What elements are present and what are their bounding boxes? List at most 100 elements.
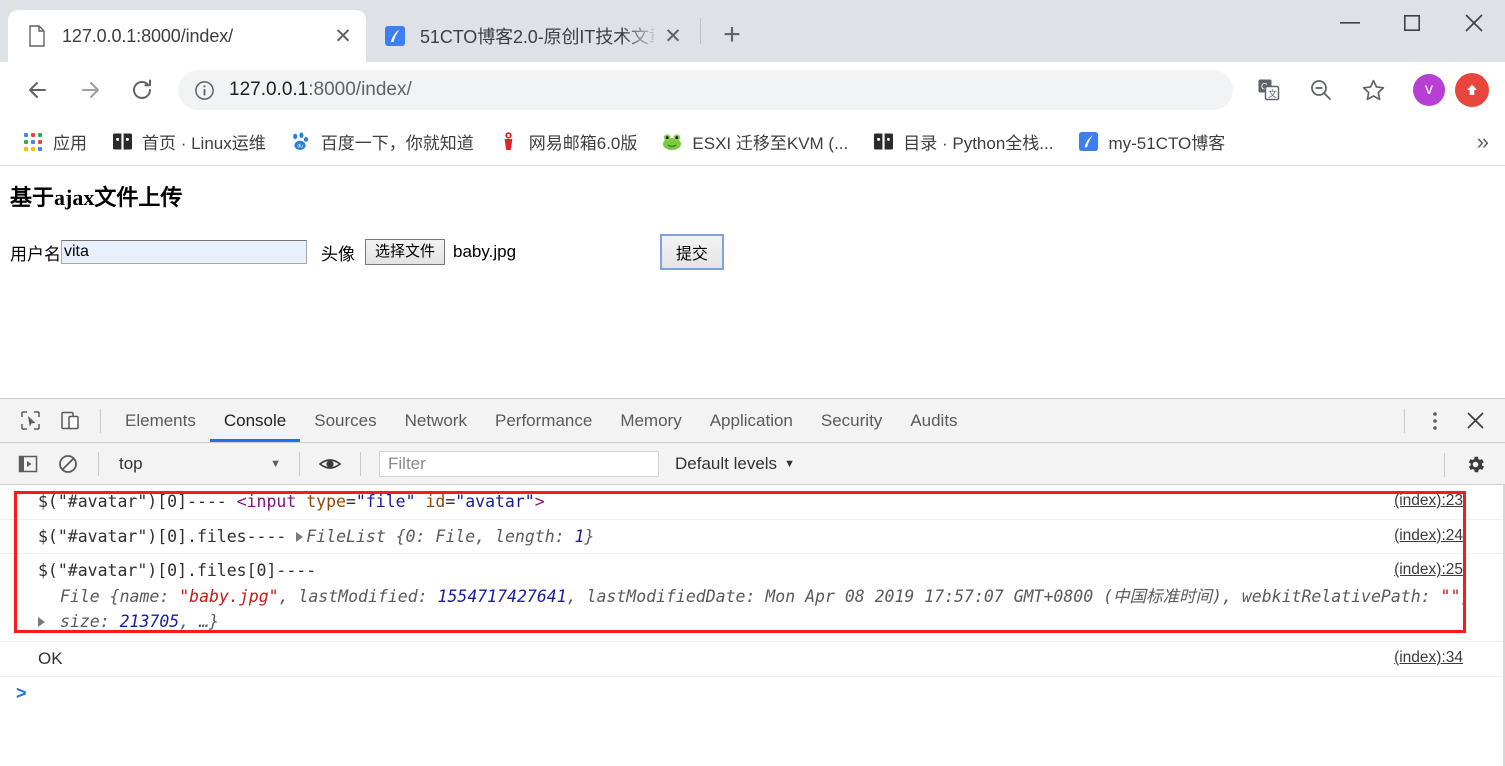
submit-button[interactable]: 提交 — [660, 234, 725, 270]
console-message[interactable]: $("#avatar")[0].files---- FileList {0: F… — [0, 520, 1505, 555]
bookmark-my-51cto[interactable]: my-51CTO博客 — [1069, 124, 1233, 160]
tabstrip: 127.0.0.1:8000/index/ ✕ 51CTO博客2.0-原创IT技… — [0, 0, 755, 62]
selected-file-name: baby.jpg — [453, 242, 517, 261]
site-info-icon[interactable] — [194, 80, 215, 101]
browser-tab-active[interactable]: 127.0.0.1:8000/index/ ✕ — [8, 10, 366, 62]
console-levels-dropdown[interactable]: Default levels ▼ — [675, 454, 795, 474]
browser-tab-51cto[interactable]: 51CTO博客2.0-原创IT技术文章分 ✕ — [366, 10, 696, 62]
clear-console-icon[interactable] — [51, 447, 85, 481]
bookmark-label: ESXI 迁移至KVM (... — [692, 134, 849, 153]
zoom-out-icon[interactable] — [1301, 70, 1341, 110]
upload-form: 用户名 头像 选择文件 baby.jpg 提交 — [10, 234, 1505, 270]
bookmark-linux-home[interactable]: 首页 · Linux运维 — [103, 124, 274, 160]
tab-performance[interactable]: Performance — [481, 399, 606, 442]
update-arrow-icon[interactable] — [1455, 73, 1489, 107]
console-source-link[interactable]: (index):25 — [1394, 558, 1463, 582]
username-label: 用户名 — [10, 244, 61, 264]
51cto-icon — [384, 25, 406, 47]
expand-triangle-icon[interactable] — [38, 616, 45, 627]
console-toolbar: top ▼ Filter Default levels ▼ — [0, 443, 1505, 485]
tab-divider — [700, 18, 701, 44]
bookmark-baidu[interactable]: du 百度一下，你就知道 — [282, 124, 482, 160]
console-message-object-cont: size: 213705, …} — [60, 612, 219, 632]
netease-icon — [498, 131, 520, 153]
device-toolbar-icon[interactable] — [53, 404, 87, 438]
choose-file-button[interactable]: 选择文件 — [365, 239, 446, 265]
console-source-link[interactable]: (index):34 — [1394, 646, 1463, 670]
console-log-area[interactable]: $("#avatar")[0]---- <input type="file" i… — [0, 485, 1505, 766]
tab-sources[interactable]: Sources — [300, 399, 390, 442]
tab-audits[interactable]: Audits — [896, 399, 971, 442]
devtools-tabbar-actions — [1394, 399, 1505, 442]
book-icon — [111, 131, 133, 153]
console-source-link[interactable]: (index):24 — [1394, 524, 1463, 548]
page-content: 基于ajax文件上传 用户名 头像 选择文件 baby.jpg 提交 — [0, 166, 1505, 398]
51cto-icon — [1077, 131, 1099, 153]
expand-triangle-icon[interactable] — [296, 532, 304, 543]
close-icon[interactable] — [1458, 404, 1492, 438]
kebab-menu-icon[interactable] — [1418, 404, 1452, 438]
tab-console[interactable]: Console — [210, 399, 300, 442]
frog-icon — [661, 131, 683, 153]
bookmark-esxi-kvm[interactable]: ESXI 迁移至KVM (... — [653, 124, 856, 160]
live-expression-eye-icon[interactable] — [313, 447, 347, 481]
tab-close-button[interactable]: ✕ — [660, 23, 686, 49]
tab-security[interactable]: Security — [807, 399, 896, 442]
forward-button[interactable] — [70, 70, 110, 110]
browser-toolbar: 127.0.0.1:8000/index/ G 文 v — [0, 62, 1505, 118]
username-input[interactable] — [61, 240, 307, 264]
bookmarks-bar: 应用 首页 · Linux运维 du 百度一下，你就知道 网易邮箱6.0版 ES… — [0, 118, 1505, 166]
bookmark-label: 网易邮箱6.0版 — [528, 134, 638, 153]
tab-title: 127.0.0.1:8000/index/ — [62, 25, 234, 46]
console-filter-input[interactable]: Filter — [379, 450, 659, 477]
reload-button[interactable] — [122, 70, 162, 110]
console-source-link[interactable]: (index):23 — [1394, 489, 1463, 513]
console-toolbar-actions — [1434, 443, 1505, 486]
toolbar-actions: G 文 v — [1243, 70, 1495, 110]
tab-elements[interactable]: Elements — [111, 399, 210, 442]
console-message-text: $("#avatar")[0].files---- FileList {0: F… — [38, 526, 595, 546]
console-message-line: $("#avatar")[0].files[0]---- — [38, 561, 317, 581]
window-maximize-button[interactable] — [1381, 0, 1443, 46]
bookmark-apps[interactable]: 应用 — [14, 124, 95, 160]
console-levels-label: Default levels — [675, 453, 778, 473]
chevron-down-icon: ▼ — [270, 457, 281, 470]
page-icon — [26, 25, 48, 47]
window-minimize-button[interactable] — [1319, 0, 1381, 46]
tab-network[interactable]: Network — [391, 399, 481, 442]
tab-title: 51CTO博客2.0-原创IT技术文章分 — [420, 27, 654, 47]
gear-icon[interactable] — [1458, 448, 1492, 482]
window-close-button[interactable] — [1443, 0, 1505, 46]
back-button[interactable] — [18, 70, 58, 110]
bookmark-netease-mail[interactable]: 网易邮箱6.0版 — [490, 124, 646, 160]
console-prompt[interactable]: > — [0, 677, 1505, 704]
bookmark-label: 应用 — [53, 134, 87, 153]
tab-application[interactable]: Application — [696, 399, 807, 442]
profile-avatar[interactable]: v — [1413, 74, 1445, 106]
console-context-selector[interactable]: top ▼ — [109, 450, 289, 478]
toolbar-divider — [1404, 408, 1405, 433]
page-title: 基于ajax文件上传 — [10, 185, 183, 210]
tab-close-button[interactable]: ✕ — [330, 23, 356, 49]
star-icon[interactable] — [1353, 70, 1393, 110]
apps-grid-icon — [22, 131, 44, 153]
console-sidebar-icon[interactable] — [11, 447, 45, 481]
avatar-label: 头像 — [321, 244, 355, 264]
bookmark-label: 百度一下，你就知道 — [320, 134, 474, 153]
baidu-paw-icon: du — [290, 131, 312, 153]
bookmark-label: 首页 · Linux运维 — [142, 134, 266, 153]
bookmarks-overflow-button[interactable]: » — [1477, 130, 1489, 153]
bookmark-label: 目录 · Python全栈... — [903, 134, 1054, 153]
chevron-down-icon: ▼ — [784, 457, 795, 470]
inspect-cursor-icon[interactable] — [13, 404, 47, 438]
url-path: :8000/index/ — [308, 79, 412, 100]
address-bar[interactable]: 127.0.0.1:8000/index/ — [178, 70, 1233, 110]
translate-icon[interactable]: G 文 — [1249, 70, 1289, 110]
console-message[interactable]: $("#avatar")[0]---- <input type="file" i… — [0, 485, 1505, 520]
new-tab-button[interactable]: + — [709, 12, 755, 58]
console-message[interactable]: $("#avatar")[0].files[0]---- File {name:… — [0, 554, 1505, 642]
tab-memory[interactable]: Memory — [606, 399, 695, 442]
bookmark-python-catalog[interactable]: 目录 · Python全栈... — [864, 124, 1061, 160]
console-message[interactable]: OK (index):34 — [0, 642, 1505, 678]
address-bar-url: 127.0.0.1:8000/index/ — [229, 79, 412, 101]
